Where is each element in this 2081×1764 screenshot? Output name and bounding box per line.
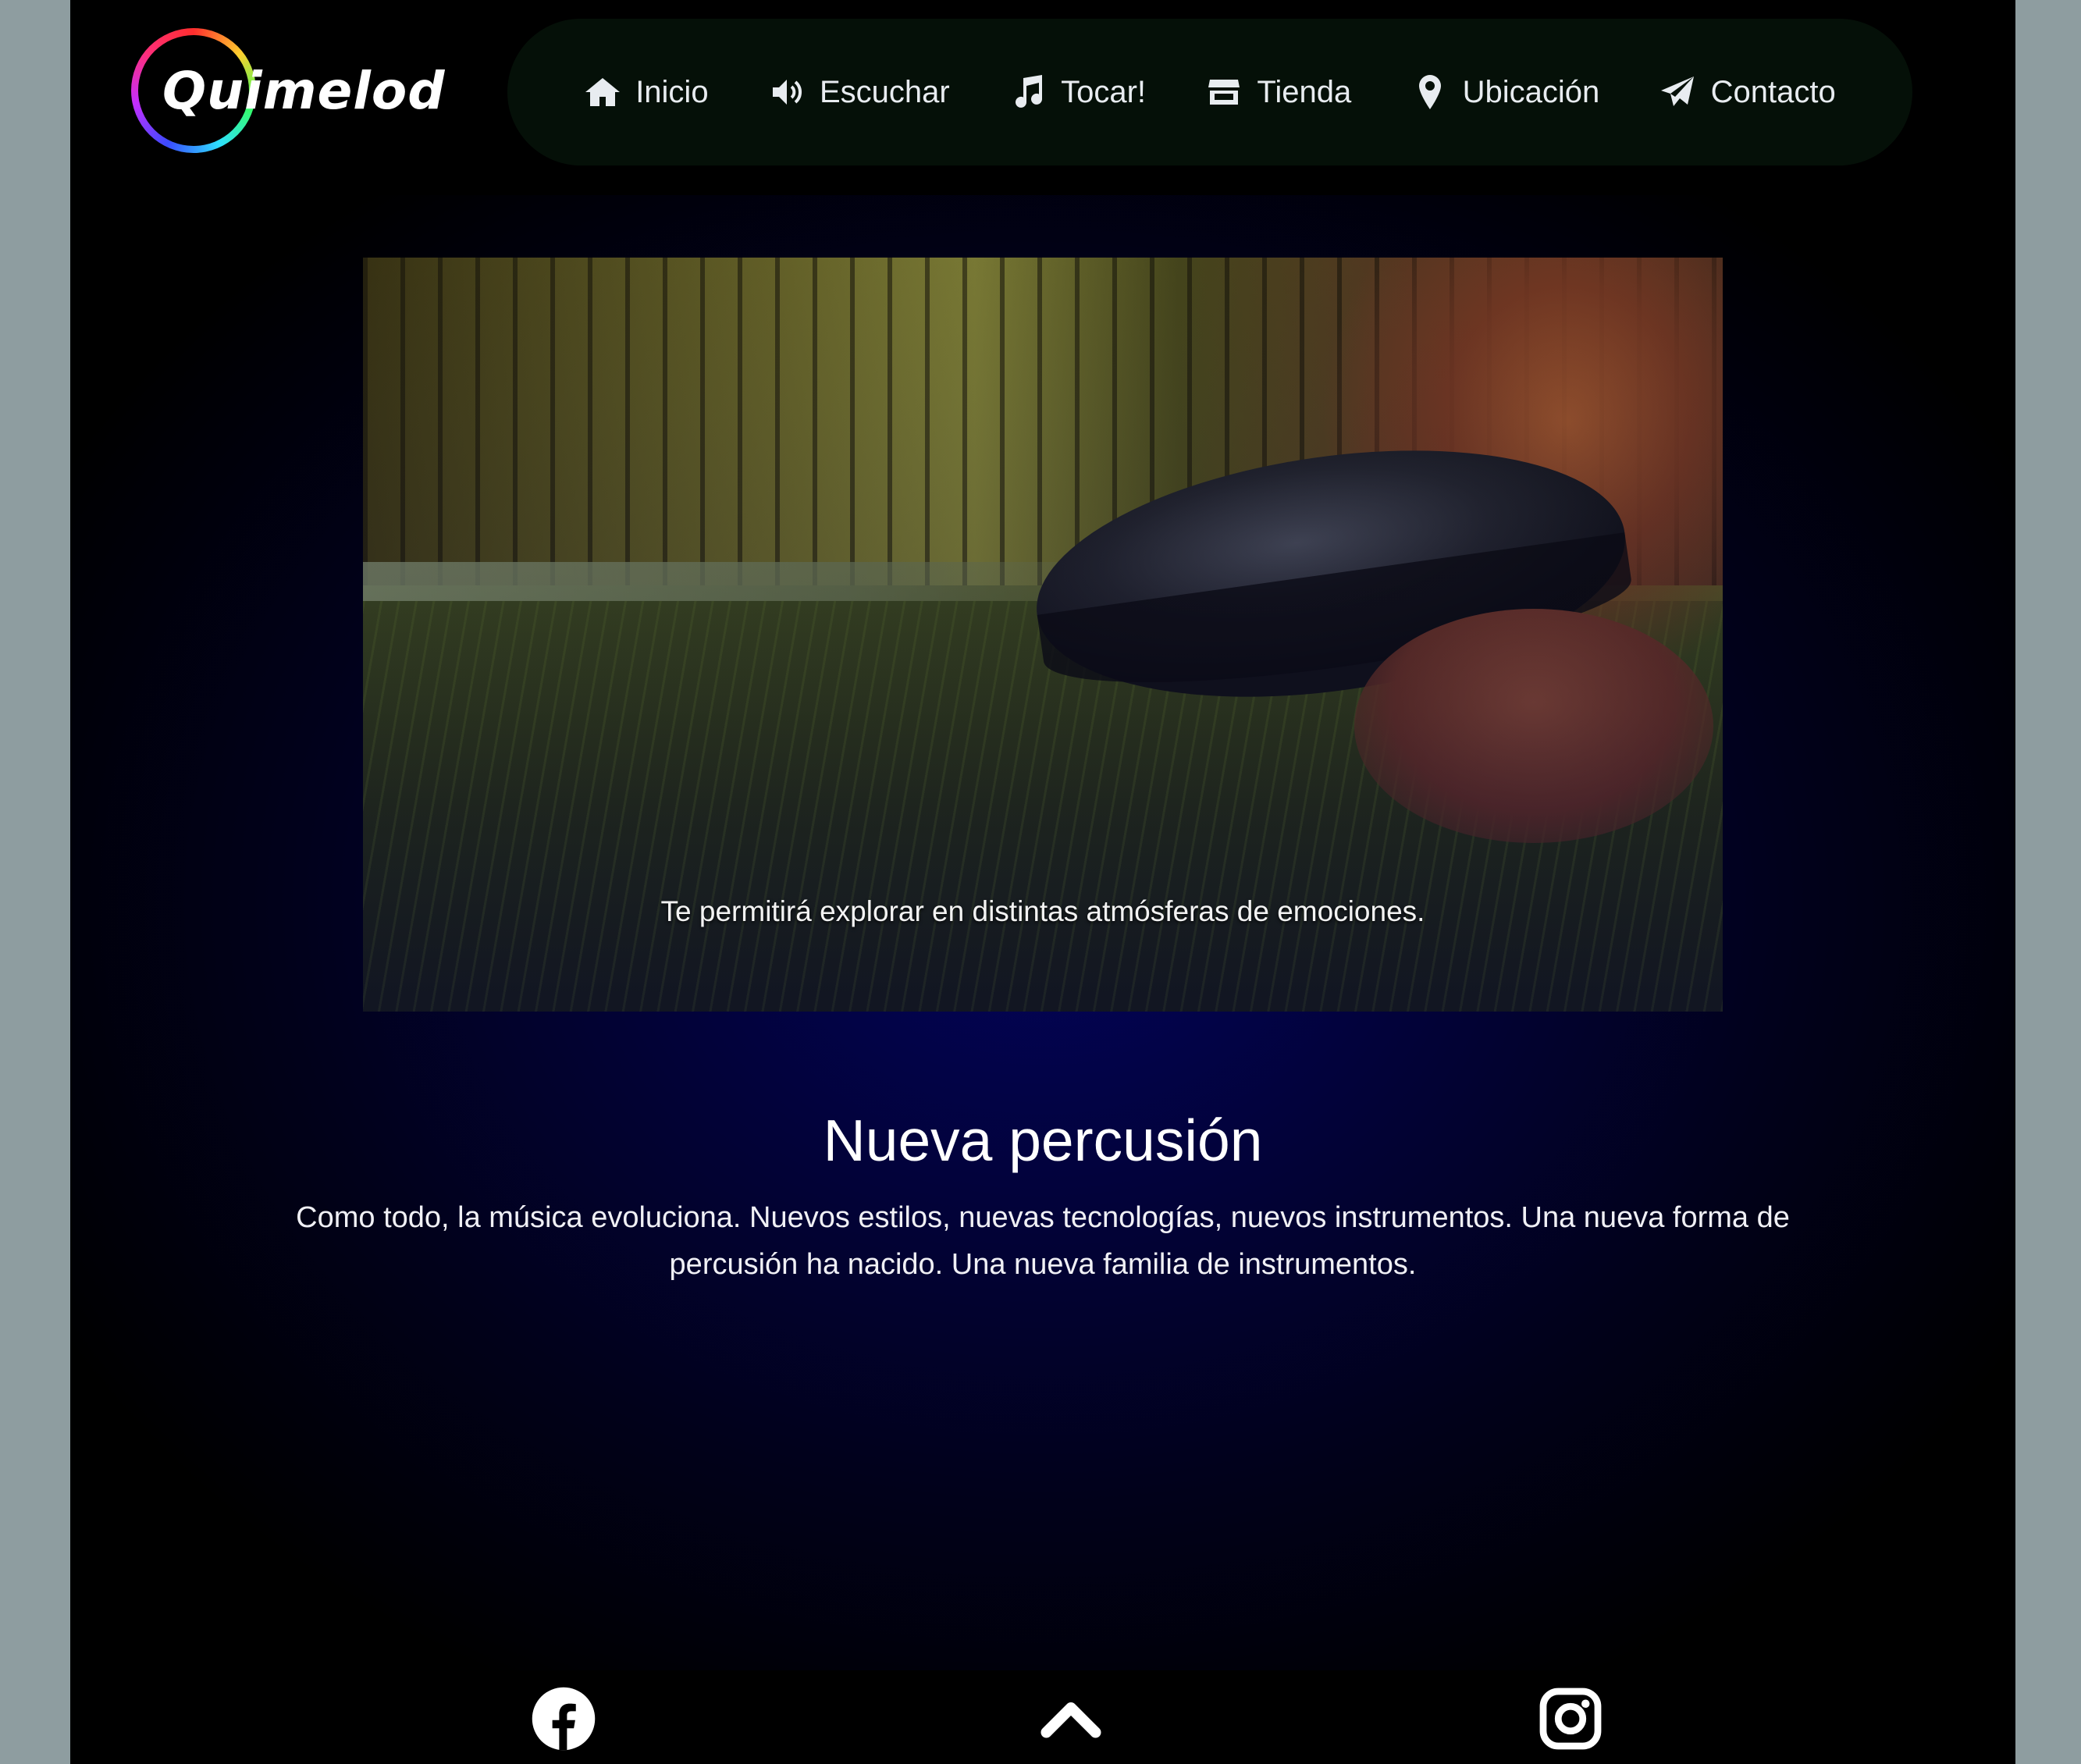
- hero-image: Te permitirá explorar en distintas atmós…: [363, 258, 1723, 1012]
- hero-caption: Te permitirá explorar en distintas atmós…: [660, 895, 1425, 927]
- map-pin-icon: [1418, 75, 1441, 109]
- nav-item-label: Inicio: [635, 74, 709, 109]
- nav-item-inicio[interactable]: Inicio: [584, 73, 709, 111]
- store-icon: [1208, 80, 1240, 105]
- section-heading: Nueva percusión: [823, 1108, 1263, 1173]
- nav-item-label: Escuchar: [819, 74, 950, 109]
- nav-item-label: Ubicación: [1462, 74, 1600, 109]
- nav-item-contacto[interactable]: Contacto: [1659, 73, 1836, 111]
- facebook-icon[interactable]: [531, 1686, 596, 1752]
- paper-plane-icon: [1660, 76, 1694, 106]
- main-nav: Inicio Escuchar Tocar! Tienda Ubicación …: [507, 19, 1912, 165]
- nav-item-tienda[interactable]: Tienda: [1205, 73, 1351, 111]
- footer: [70, 1670, 2015, 1764]
- instagram-icon[interactable]: [1538, 1686, 1603, 1752]
- page: Quimelod Inicio Escuchar Tocar! Tienda U…: [70, 0, 2015, 1764]
- nav-item-tocar[interactable]: Tocar!: [1009, 73, 1146, 111]
- home-icon: [585, 78, 621, 106]
- nav-item-label: Tienda: [1257, 74, 1352, 109]
- speaker-icon: [772, 80, 802, 105]
- nav-item-label: Contacto: [1710, 74, 1836, 109]
- music-note-icon: [1016, 75, 1043, 108]
- site-logo[interactable]: Quimelod: [131, 27, 459, 159]
- nav-item-label: Tocar!: [1061, 74, 1147, 109]
- nav-item-ubicacion[interactable]: Ubicación: [1411, 73, 1600, 111]
- chevron-up-icon[interactable]: [1038, 1686, 1104, 1752]
- logo-text: Quimelod: [162, 61, 446, 121]
- section-paragraph: Como todo, la música evoluciona. Nuevos …: [296, 1201, 1790, 1281]
- nav-item-escuchar[interactable]: Escuchar: [768, 73, 950, 111]
